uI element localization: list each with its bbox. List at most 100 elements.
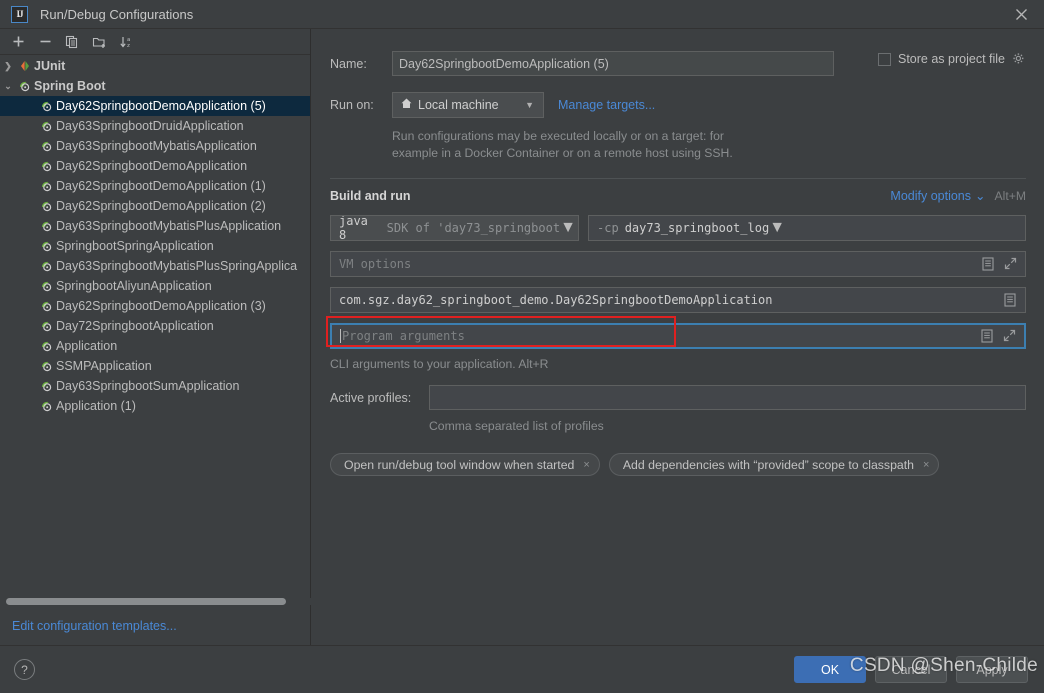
tree-item-configuration[interactable]: Day63SpringbootMybatisPlusSpringApplica bbox=[0, 256, 310, 276]
classpath-module-dropdown[interactable]: -cp day73_springboot_log ▼ bbox=[588, 215, 1026, 241]
macro-document-icon[interactable] bbox=[981, 328, 995, 344]
close-icon[interactable]: × bbox=[583, 459, 589, 471]
window-title: Run/Debug Configurations bbox=[40, 6, 194, 22]
run-on-target-dropdown[interactable]: Local machine ▼ bbox=[392, 92, 544, 118]
modify-options-button[interactable]: Modify options ⌄ bbox=[890, 188, 986, 204]
intellij-logo-icon: IJ bbox=[11, 5, 28, 23]
main-class-field-icons bbox=[1004, 292, 1021, 308]
spring-boot-icon bbox=[38, 378, 55, 394]
program-arguments-field-icons bbox=[981, 328, 1020, 344]
apply-button[interactable]: Apply bbox=[956, 656, 1028, 683]
program-arguments-field[interactable]: Program arguments bbox=[330, 323, 1026, 349]
add-configuration-button[interactable] bbox=[6, 31, 30, 53]
spring-boot-icon bbox=[38, 98, 55, 114]
spring-boot-icon bbox=[38, 118, 55, 134]
tree-item-configuration[interactable]: SSMPApplication bbox=[0, 356, 310, 376]
tree-toolbar: a z bbox=[0, 29, 310, 55]
expand-arrows-icon[interactable] bbox=[1004, 257, 1018, 272]
tree-item-configuration[interactable]: SpringbootSpringApplication bbox=[0, 236, 310, 256]
chevron-down-icon[interactable]: ▼ bbox=[520, 100, 539, 110]
tree-item-configuration[interactable]: Day62SpringbootDemoApplication (5) bbox=[0, 96, 310, 116]
active-profiles-label: Active profiles: bbox=[330, 390, 412, 405]
tree-item-configuration[interactable]: Day72SpringbootApplication bbox=[0, 316, 310, 336]
close-icon[interactable] bbox=[998, 0, 1044, 29]
spring-boot-icon bbox=[38, 178, 55, 194]
copy-configuration-icon[interactable] bbox=[60, 31, 84, 53]
active-profiles-input[interactable] bbox=[429, 385, 1026, 410]
close-icon[interactable]: × bbox=[923, 459, 929, 471]
tree-item-configuration[interactable]: Application (1) bbox=[0, 396, 310, 416]
junit-icon bbox=[16, 58, 33, 74]
tree-item-label: SSMPApplication bbox=[56, 359, 152, 373]
tree-item-configuration[interactable]: Application bbox=[0, 336, 310, 356]
option-chip[interactable]: Add dependencies with “provided” scope t… bbox=[608, 453, 940, 476]
manage-targets-link[interactable]: Manage targets... bbox=[558, 98, 655, 112]
chevron-down-icon[interactable]: ▼ bbox=[560, 219, 576, 237]
macro-document-icon[interactable] bbox=[1004, 292, 1018, 308]
tree-group-spring-boot[interactable]: ⌄ Spring Boot bbox=[0, 76, 310, 96]
option-chip-label: Open run/debug tool window when started bbox=[344, 457, 575, 472]
ok-button[interactable]: OK bbox=[794, 656, 866, 683]
chevron-down-icon[interactable]: ▼ bbox=[769, 219, 785, 237]
tree-group-label: Spring Boot bbox=[34, 79, 106, 93]
intellij-logo-text: IJ bbox=[16, 9, 23, 19]
tree-item-configuration[interactable]: Day63SpringbootSumApplication bbox=[0, 376, 310, 396]
remove-configuration-button[interactable] bbox=[33, 31, 57, 53]
main-class-value: com.sgz.day62_springboot_demo.Day62Sprin… bbox=[339, 293, 773, 307]
sort-alphabetically-icon[interactable]: a z bbox=[114, 31, 138, 53]
spring-boot-icon bbox=[38, 238, 55, 254]
tree-item-label: Day62SpringbootDemoApplication (5) bbox=[56, 99, 266, 113]
tree-item-configuration[interactable]: Day63SpringbootMybatisApplication bbox=[0, 136, 310, 156]
tree-horizontal-scrollbar[interactable] bbox=[6, 598, 286, 605]
run-debug-configurations-dialog: IJ Run/Debug Configurations a z ❯ JUnit … bbox=[0, 0, 1044, 693]
main-class-field[interactable]: com.sgz.day62_springboot_demo.Day62Sprin… bbox=[330, 287, 1026, 313]
tree-item-label: SpringbootAliyunApplication bbox=[56, 279, 212, 293]
active-profiles-hint: Comma separated list of profiles bbox=[429, 419, 604, 433]
tree-item-configuration[interactable]: Day62SpringbootDemoApplication (3) bbox=[0, 296, 310, 316]
tree-item-label: Day63SpringbootMybatisApplication bbox=[56, 139, 257, 153]
tree-item-configuration[interactable]: Day62SpringbootDemoApplication (2) bbox=[0, 196, 310, 216]
help-button[interactable]: ? bbox=[14, 659, 35, 680]
vm-options-field[interactable]: VM options bbox=[330, 251, 1026, 277]
spring-boot-icon bbox=[38, 138, 55, 154]
tree-item-configuration[interactable]: Day63SpringbootMybatisPlusApplication bbox=[0, 216, 310, 236]
gear-icon[interactable] bbox=[1012, 52, 1026, 66]
tree-item-label: SpringbootSpringApplication bbox=[56, 239, 214, 253]
spring-boot-icon bbox=[38, 258, 55, 274]
spring-boot-icon bbox=[16, 78, 33, 94]
tree-item-configuration[interactable]: SpringbootAliyunApplication bbox=[0, 276, 310, 296]
tree-group-junit[interactable]: ❯ JUnit bbox=[0, 56, 310, 76]
text-cursor bbox=[340, 329, 341, 343]
tree-item-configuration[interactable]: Day63SpringbootDruidApplication bbox=[0, 116, 310, 136]
sdk-secondary-label: SDK of 'day73_springboot_ bbox=[386, 221, 561, 235]
configurations-tree[interactable]: ❯ JUnit ⌄ Spring Boot Day62SpringbootDem… bbox=[0, 56, 310, 597]
vm-options-placeholder: VM options bbox=[339, 257, 412, 271]
modify-options-label: Modify options bbox=[890, 188, 972, 203]
sdk-value: java 8 bbox=[339, 215, 368, 241]
tree-item-label: Day62SpringbootDemoApplication (1) bbox=[56, 179, 266, 193]
jre-sdk-dropdown[interactable]: java 8 SDK of 'day73_springboot_ ▼ bbox=[330, 215, 579, 241]
name-input[interactable]: Day62SpringbootDemoApplication (5) bbox=[392, 51, 834, 76]
spring-boot-icon bbox=[38, 318, 55, 334]
tree-item-label: Day72SpringbootApplication bbox=[56, 319, 214, 333]
store-as-project-file-checkbox[interactable] bbox=[878, 52, 891, 66]
expand-arrows-icon[interactable] bbox=[1003, 329, 1017, 344]
tree-group-label: JUnit bbox=[34, 59, 66, 73]
option-chip[interactable]: Open run/debug tool window when started × bbox=[330, 453, 600, 476]
program-arguments-placeholder: Program arguments bbox=[342, 329, 465, 343]
build-and-run-header: Build and run Modify options ⌄ Alt+M bbox=[330, 188, 1026, 204]
chevron-right-icon[interactable]: ❯ bbox=[0, 61, 16, 72]
macro-document-icon[interactable] bbox=[982, 256, 996, 272]
build-and-run-title: Build and run bbox=[330, 188, 411, 203]
chevron-down-icon[interactable]: ⌄ bbox=[0, 81, 16, 92]
cancel-button[interactable]: Cancel bbox=[875, 656, 947, 683]
new-folder-icon[interactable] bbox=[87, 31, 111, 53]
run-on-label: Run on: bbox=[330, 98, 374, 112]
edit-configuration-templates-link[interactable]: Edit configuration templates... bbox=[12, 619, 177, 633]
tree-item-configuration[interactable]: Day62SpringbootDemoApplication bbox=[0, 156, 310, 176]
chevron-down-icon: ⌄ bbox=[975, 189, 986, 203]
tree-item-configuration[interactable]: Day62SpringbootDemoApplication (1) bbox=[0, 176, 310, 196]
spring-boot-icon bbox=[38, 338, 55, 354]
classpath-module-value: day73_springboot_log bbox=[624, 221, 770, 235]
name-label: Name: bbox=[330, 56, 367, 71]
